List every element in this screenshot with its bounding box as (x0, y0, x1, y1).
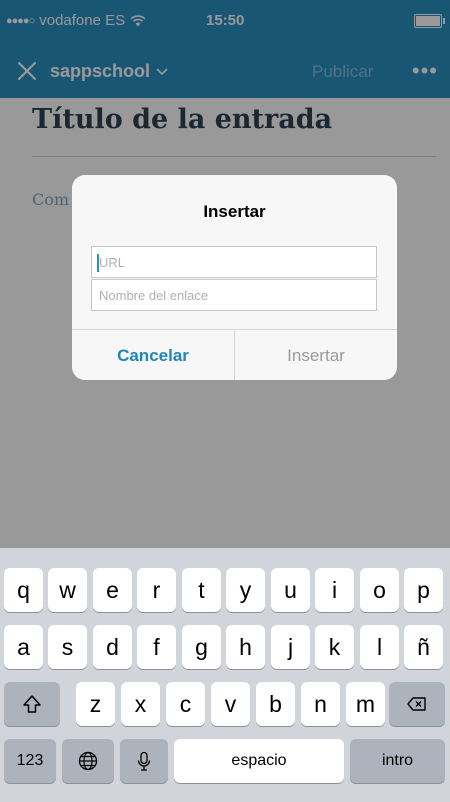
link-name-field-container (91, 279, 377, 311)
key-b[interactable]: b (256, 682, 295, 726)
insert-button[interactable]: Insertar (235, 330, 397, 380)
dialog-buttons: Cancelar Insertar (72, 329, 397, 380)
key-x[interactable]: x (121, 682, 160, 726)
key-z[interactable]: z (76, 682, 115, 726)
globe-key[interactable] (62, 739, 114, 783)
microphone-icon (137, 751, 151, 771)
key-y[interactable]: y (226, 568, 265, 612)
url-input[interactable] (92, 247, 376, 277)
key-o[interactable]: o (360, 568, 399, 612)
key-l[interactable]: l (360, 625, 399, 669)
key-p[interactable]: p (404, 568, 443, 612)
numbers-key[interactable]: 123 (4, 739, 56, 783)
key-c[interactable]: c (166, 682, 205, 726)
return-key[interactable]: intro (350, 739, 445, 783)
key-e[interactable]: e (93, 568, 132, 612)
link-name-input[interactable] (92, 280, 376, 310)
text-caret (97, 254, 99, 272)
shift-icon (23, 695, 41, 713)
key-r[interactable]: r (137, 568, 176, 612)
microphone-key[interactable] (120, 739, 168, 783)
key-a[interactable]: a (4, 625, 43, 669)
key-j[interactable]: j (271, 625, 310, 669)
key-n[interactable]: n (301, 682, 340, 726)
key-f[interactable]: f (137, 625, 176, 669)
key-t[interactable]: t (182, 568, 221, 612)
keyboard: q w e r t y u i o p a s d f g h j k l ñ … (0, 548, 450, 802)
globe-icon (78, 751, 98, 771)
backspace-key[interactable] (389, 682, 445, 726)
key-h[interactable]: h (226, 625, 265, 669)
space-key[interactable]: espacio (174, 739, 344, 783)
key-v[interactable]: v (211, 682, 250, 726)
url-field-container (91, 246, 377, 278)
key-k[interactable]: k (315, 625, 354, 669)
key-u[interactable]: u (271, 568, 310, 612)
key-i[interactable]: i (315, 568, 354, 612)
backspace-icon (407, 697, 426, 711)
key-s[interactable]: s (48, 625, 87, 669)
key-q[interactable]: q (4, 568, 43, 612)
dialog-title: Insertar (203, 202, 266, 221)
shift-key[interactable] (4, 682, 60, 726)
cancel-button[interactable]: Cancelar (72, 330, 235, 380)
key-m[interactable]: m (346, 682, 385, 726)
key-d[interactable]: d (93, 625, 132, 669)
insert-link-dialog: Insertar Cancelar Insertar (72, 175, 397, 380)
key-g[interactable]: g (182, 625, 221, 669)
key-n-tilde[interactable]: ñ (404, 625, 443, 669)
key-w[interactable]: w (48, 568, 87, 612)
